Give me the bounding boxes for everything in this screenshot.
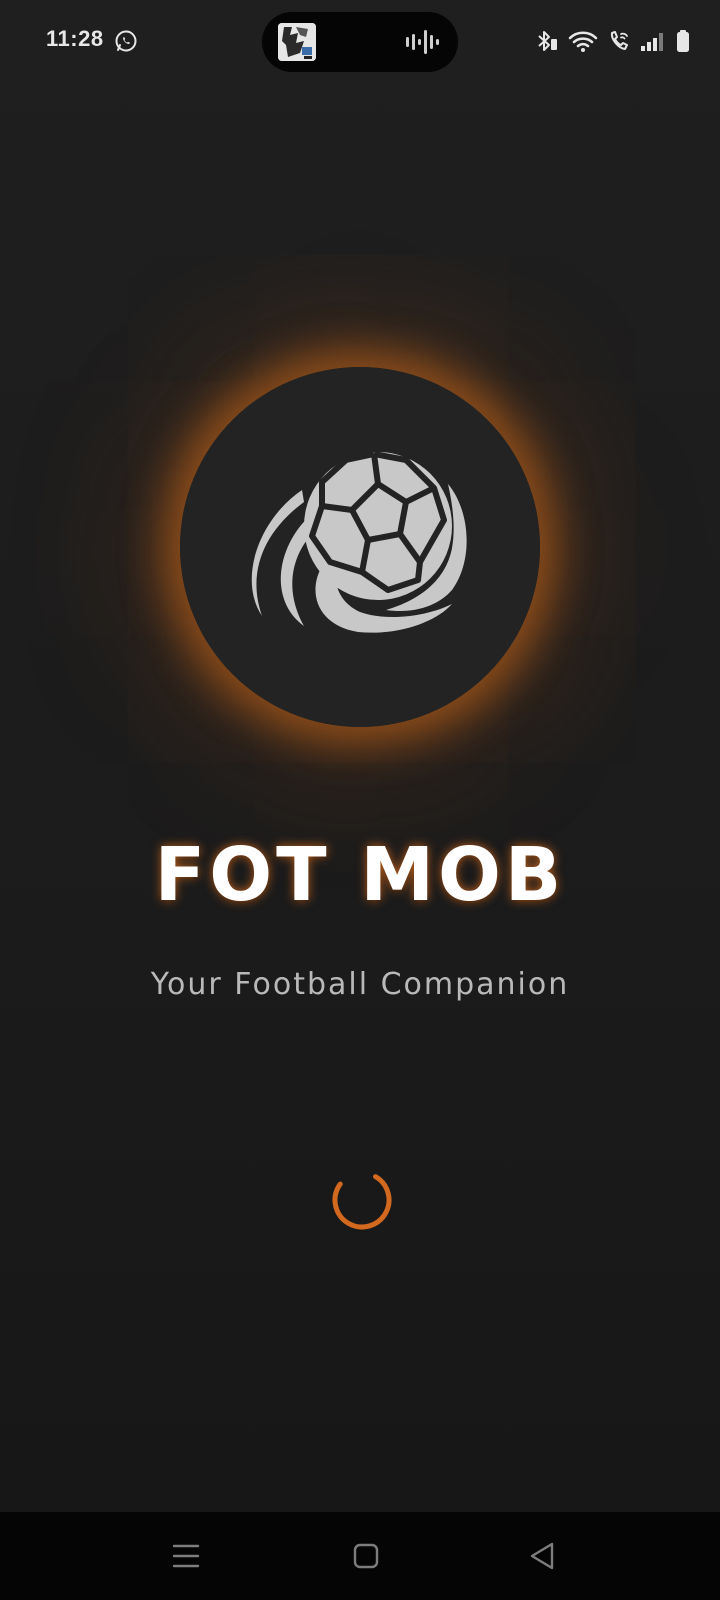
audio-wave-icon: [406, 30, 439, 54]
status-bar: 11:28: [0, 0, 720, 80]
home-icon[interactable]: [344, 1534, 388, 1578]
whatsapp-icon: [115, 30, 137, 52]
menu-icon[interactable]: [164, 1534, 208, 1578]
media-thumbnail-art: [278, 23, 316, 61]
status-time: 11:28: [46, 26, 104, 51]
status-icons: [536, 28, 690, 54]
app-subtitle: Your Football Companion: [150, 967, 570, 1002]
splash-screen: 11:28 FOT MOB Your Football Companion: [0, 0, 720, 1600]
signal-icon: [641, 33, 663, 51]
battery-icon: [677, 30, 689, 52]
soccer-ball-icon: [251, 451, 467, 633]
wifi-calling-icon: [610, 31, 628, 50]
back-icon[interactable]: [520, 1534, 564, 1578]
loading-spinner: [332, 1170, 392, 1230]
navigation-bar: [0, 1512, 720, 1600]
media-thumbnail[interactable]: [278, 23, 316, 61]
dynamic-island[interactable]: [262, 12, 458, 72]
bluetooth-icon: [538, 31, 557, 51]
wifi-icon: [568, 31, 598, 52]
app-title: FOT MOB: [154, 832, 566, 918]
